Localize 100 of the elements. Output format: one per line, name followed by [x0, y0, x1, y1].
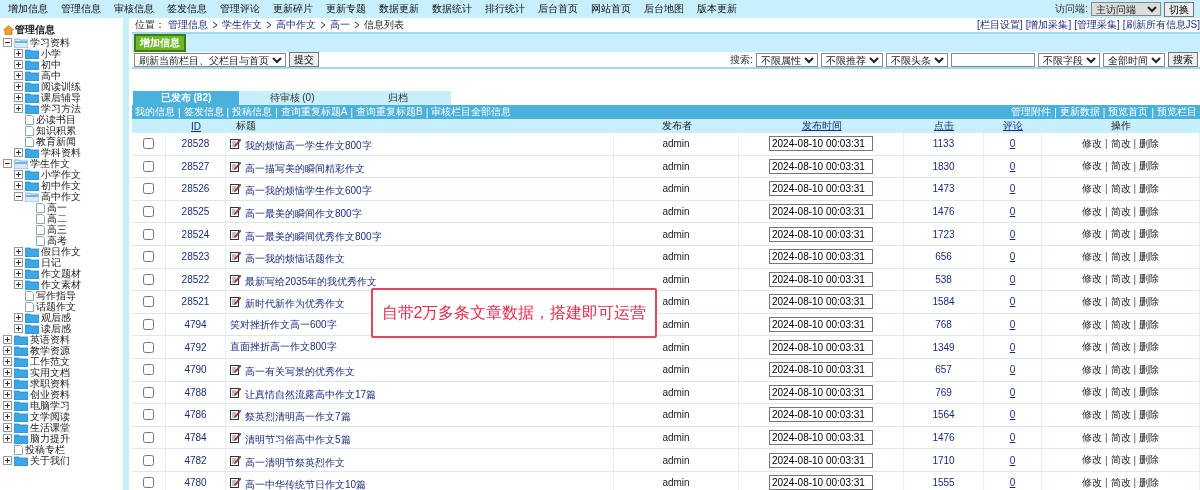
expand-icon[interactable]: [3, 434, 12, 443]
row-checkbox[interactable]: [143, 183, 154, 195]
time-field[interactable]: 2024-08-10 00:03:31: [769, 475, 873, 490]
tree-item[interactable]: 学科资料: [41, 147, 81, 158]
title-link[interactable]: 我的烦恼高一学生作文800字: [245, 139, 372, 154]
tab[interactable]: 待审核 (0): [239, 91, 345, 105]
row-checkbox[interactable]: [143, 454, 154, 466]
expand-icon[interactable]: [14, 104, 23, 113]
action-link[interactable]: 修改: [1081, 453, 1102, 468]
action-link[interactable]: 修改: [1081, 430, 1102, 445]
action-link[interactable]: 修改: [1081, 249, 1102, 264]
row-checkbox[interactable]: [143, 477, 154, 489]
expand-icon[interactable]: [14, 269, 23, 278]
tree-item[interactable]: 生活课堂: [30, 422, 70, 433]
time-field[interactable]: 2024-08-10 00:03:31: [769, 317, 873, 333]
comments-link[interactable]: 0: [1009, 432, 1016, 443]
expand-icon[interactable]: [3, 368, 12, 377]
tree-item[interactable]: 文学阅读: [30, 411, 70, 422]
action-link[interactable]: 修改: [1081, 159, 1102, 174]
title-link[interactable]: 高一最美的瞬间作文800字: [245, 207, 362, 222]
time-field[interactable]: 2024-08-10 00:03:31: [769, 384, 873, 400]
nav-link[interactable]: 管理评论: [220, 2, 260, 16]
row-checkbox[interactable]: [143, 319, 154, 331]
tab[interactable]: 归档: [345, 91, 451, 105]
expand-icon[interactable]: [3, 456, 12, 465]
row-checkbox[interactable]: [143, 160, 154, 172]
tree-item[interactable]: 高一: [47, 202, 67, 213]
switch-button[interactable]: 切换: [1164, 1, 1194, 17]
tree-item[interactable]: 脑力提升: [30, 433, 70, 444]
comments-link[interactable]: 0: [1009, 138, 1016, 150]
time-field[interactable]: 2024-08-10 00:03:31: [769, 271, 873, 287]
column-header[interactable]: 点击: [934, 120, 954, 131]
row-checkbox[interactable]: [143, 386, 154, 398]
tree-item[interactable]: 学习资料: [30, 37, 70, 48]
action-link[interactable]: 删除: [1139, 227, 1160, 242]
column-header[interactable]: 发布时间: [801, 120, 842, 131]
title-link[interactable]: 高一有关写景的优秀作文: [245, 365, 355, 380]
row-checkbox[interactable]: [143, 432, 154, 443]
action-link[interactable]: 删除: [1139, 294, 1160, 309]
title-link[interactable]: 让真情自然流露高中作文17篇: [245, 387, 377, 402]
tree-item[interactable]: 学生作文: [30, 158, 70, 169]
title-link[interactable]: 高一中华传统节日作文10篇: [245, 478, 367, 490]
tree-item[interactable]: 作文素材: [41, 279, 81, 290]
action-link[interactable]: 删除: [1139, 340, 1160, 355]
title-link[interactable]: 新时代新作为优秀作文: [245, 297, 345, 312]
tree-item[interactable]: 电脑学习: [30, 400, 70, 411]
action-link[interactable]: 删除: [1139, 159, 1160, 174]
time-select[interactable]: 全部时间: [1103, 52, 1165, 67]
title-link[interactable]: 高一我的烦恼话题作文: [245, 252, 345, 267]
action-link[interactable]: 删除: [1139, 272, 1160, 287]
action-link[interactable]: 简改: [1110, 407, 1131, 422]
row-checkbox[interactable]: [143, 364, 154, 376]
breadcrumb-link[interactable]: 高一: [330, 18, 350, 32]
access-select[interactable]: 主访问端: [1091, 2, 1161, 16]
comments-link[interactable]: 0: [1009, 160, 1016, 172]
nav-link[interactable]: 排行统计: [485, 2, 525, 16]
tree-item[interactable]: 工作范文: [30, 356, 70, 367]
action-link[interactable]: 简改: [1110, 227, 1131, 242]
title-link[interactable]: 最新写给2035年的我优秀作文: [245, 274, 378, 289]
nav-link[interactable]: 签发信息: [167, 2, 207, 16]
expand-icon[interactable]: [3, 401, 12, 410]
nav-link[interactable]: 后台地图: [644, 2, 684, 16]
column-link[interactable]: [管理采集]: [1074, 18, 1120, 32]
row-checkbox[interactable]: [143, 251, 154, 263]
time-field[interactable]: 2024-08-10 00:03:31: [769, 362, 873, 378]
comments-link[interactable]: 0: [1009, 319, 1016, 331]
action-link[interactable]: 删除: [1139, 249, 1160, 264]
comments-link[interactable]: 0: [1009, 409, 1016, 421]
comments-link[interactable]: 0: [1009, 454, 1016, 466]
action-link[interactable]: 简改: [1110, 385, 1131, 400]
filter-select[interactable]: 不限属性: [756, 52, 818, 67]
nav-link[interactable]: 版本更新: [697, 2, 737, 16]
action-link[interactable]: 简改: [1110, 475, 1131, 490]
comments-link[interactable]: 0: [1009, 386, 1016, 398]
title-link[interactable]: 高一我的烦恼学生作文600字: [245, 184, 372, 199]
tree-item[interactable]: 小学: [41, 48, 61, 59]
tree-item[interactable]: 小学作文: [41, 169, 81, 180]
expand-icon[interactable]: [3, 412, 12, 421]
tree-item[interactable]: 初中: [41, 59, 61, 70]
column-link[interactable]: [栏目设置]: [977, 18, 1023, 32]
action-link[interactable]: 简改: [1110, 182, 1131, 196]
action-link[interactable]: 简改: [1110, 272, 1131, 287]
tree-item[interactable]: 教育新闻: [36, 136, 76, 147]
expand-icon[interactable]: [3, 335, 12, 344]
title-link[interactable]: 祭英烈清明高一作文7篇: [245, 410, 351, 425]
tree-item[interactable]: 教学资源: [30, 345, 70, 356]
comments-link[interactable]: 0: [1009, 273, 1016, 285]
action-link[interactable]: 修改: [1081, 136, 1102, 151]
expand-icon[interactable]: [14, 170, 23, 179]
expand-icon[interactable]: [3, 357, 12, 366]
action-link[interactable]: 删除: [1139, 182, 1160, 196]
time-field[interactable]: 2024-08-10 00:03:31: [769, 181, 873, 197]
filter-select[interactable]: 不限推荐: [821, 52, 883, 67]
nav-link[interactable]: 增加信息: [8, 2, 48, 16]
comments-link[interactable]: 0: [1009, 477, 1016, 489]
expand-icon[interactable]: [14, 280, 23, 289]
collapse-icon[interactable]: [14, 192, 23, 201]
action-link[interactable]: 修改: [1081, 317, 1102, 332]
action-link[interactable]: 简改: [1110, 430, 1131, 445]
comments-link[interactable]: 0: [1009, 251, 1016, 263]
